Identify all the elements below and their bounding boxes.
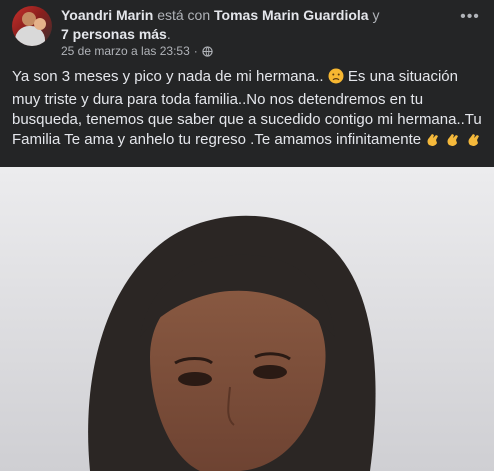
post-text-part1: Ya son 3 meses y pico y nada de mi herma… [12, 68, 324, 85]
clapping-hands-emoji [425, 131, 441, 153]
more-options-icon[interactable]: ••• [458, 8, 482, 32]
post-meta: 25 de marzo a las 23:53 · [61, 44, 213, 58]
post-photo[interactable] [0, 167, 494, 471]
and-text: y [372, 7, 380, 23]
post-text: Ya son 3 meses y pico y nada de mi herma… [12, 67, 482, 153]
globe-icon [202, 45, 213, 57]
tagged-person-link[interactable]: Tomas Marin Guardiola [214, 7, 369, 23]
with-text: está con [157, 7, 211, 23]
period-text: . [166, 26, 171, 42]
post-header: Yoandri Marin está con Tomas Marin Guard… [0, 0, 494, 64]
author-avatar[interactable] [12, 6, 52, 46]
photo-illustration [0, 167, 494, 471]
post-author-line: Yoandri Marin está con Tomas Marin Guard… [61, 6, 446, 44]
clapping-hands-emoji [466, 131, 482, 153]
meta-separator: · [193, 44, 198, 58]
sad-face-emoji [328, 68, 344, 90]
post-timestamp[interactable]: 25 de marzo a las 23:53 [61, 44, 190, 58]
clapping-hands-emoji [445, 131, 461, 153]
others-link[interactable]: 7 personas más [61, 26, 167, 42]
author-name-link[interactable]: Yoandri Marin [61, 7, 153, 23]
